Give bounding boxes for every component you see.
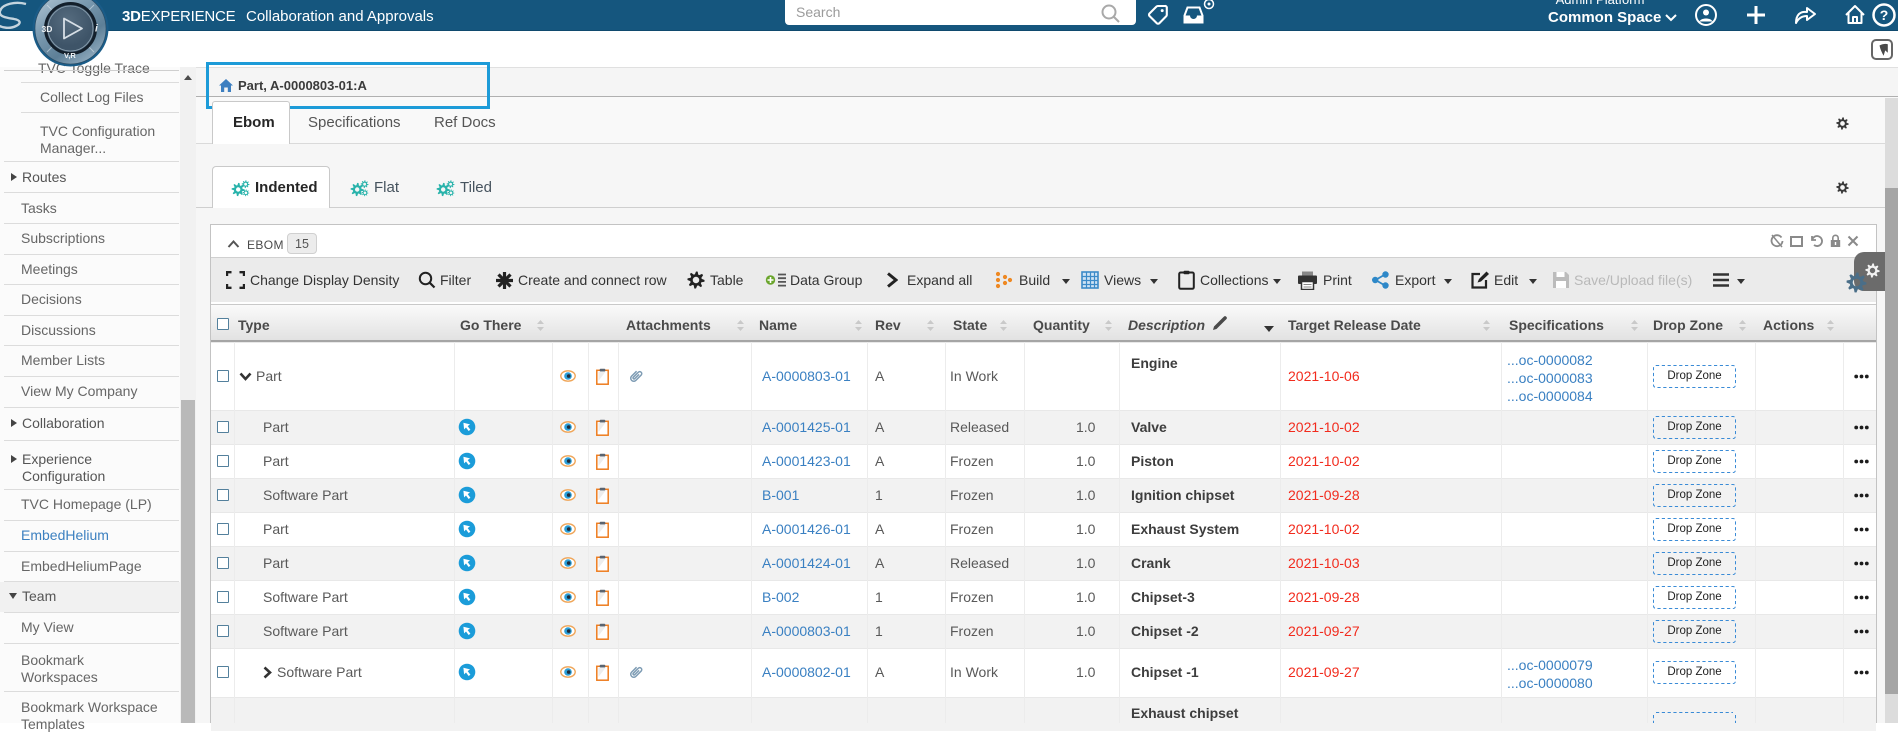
svg-text:V,R: V,R — [64, 51, 76, 60]
svg-text:i: i — [95, 24, 98, 35]
svg-text:?: ? — [1880, 7, 1889, 23]
svg-text:3D: 3D — [42, 24, 53, 34]
